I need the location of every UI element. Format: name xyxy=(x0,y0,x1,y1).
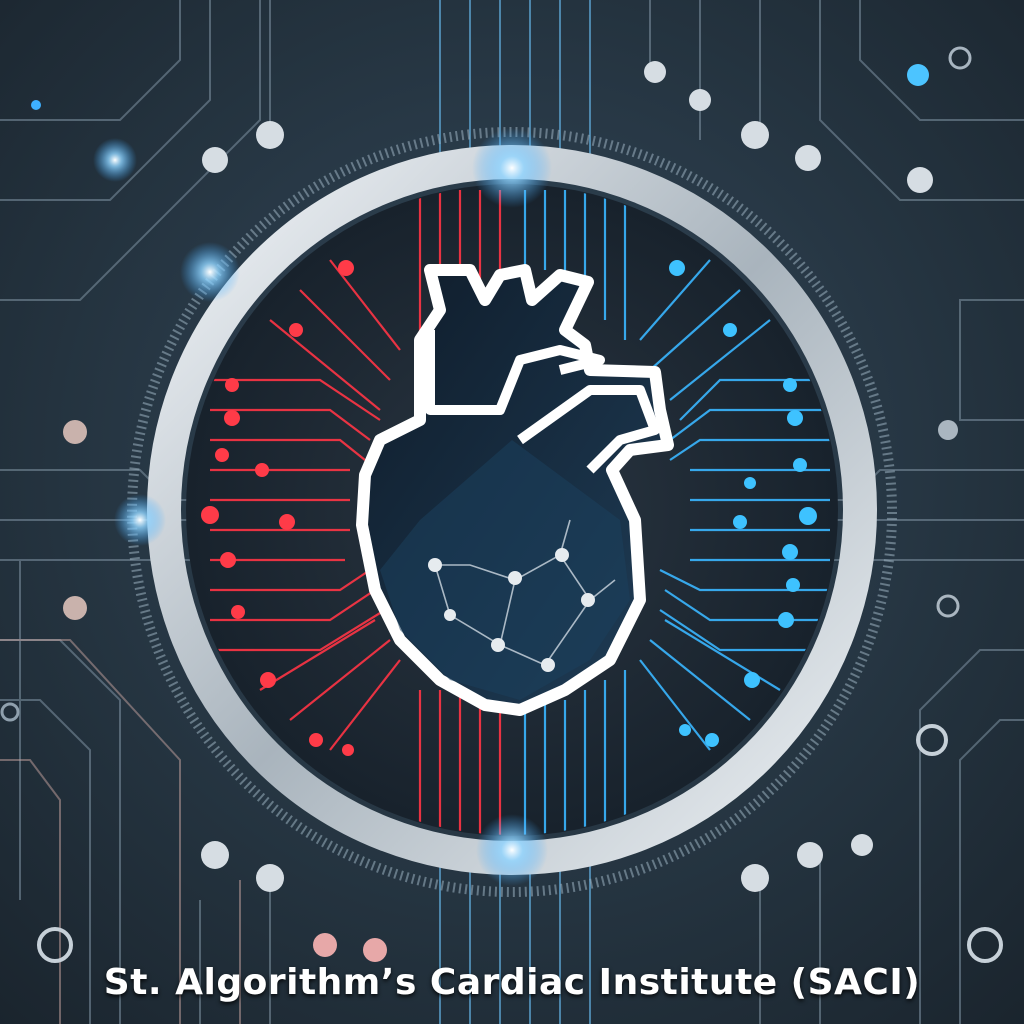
institute-name: St. Algorithm’s Cardiac Institute (SACI) xyxy=(103,962,921,1003)
logo-artwork xyxy=(0,0,1024,1024)
